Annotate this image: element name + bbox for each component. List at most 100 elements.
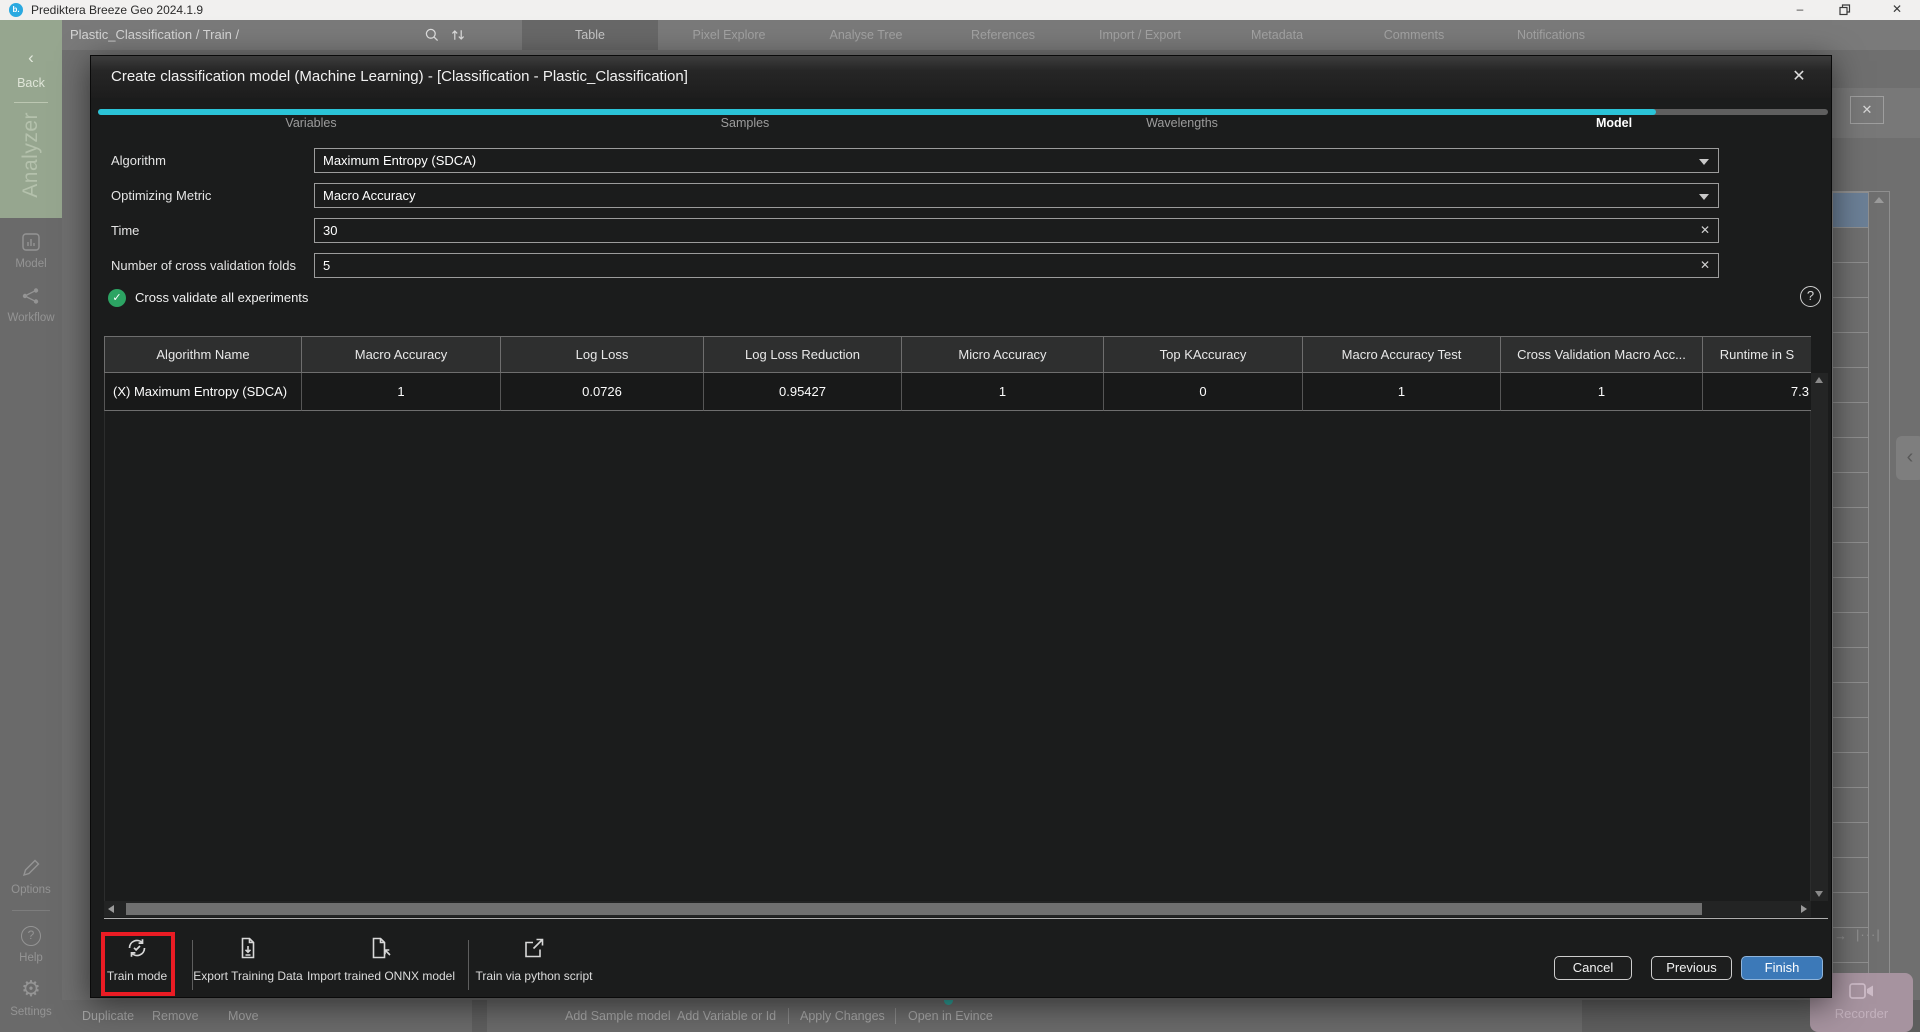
add-variable-or-id-button[interactable]: Add Variable or Id	[677, 1000, 776, 1032]
cancel-button[interactable]: Cancel	[1554, 956, 1632, 980]
wizard-progress-fill	[98, 109, 1656, 115]
sidebar-item-workflow[interactable]: Workflow	[0, 312, 62, 324]
clear-icon[interactable]: ✕	[1700, 254, 1710, 277]
restore-button[interactable]	[1830, 0, 1860, 20]
train-via-python-button[interactable]: Train via python script	[459, 936, 609, 983]
column-header-log-loss[interactable]: Log Loss	[501, 336, 704, 373]
sidebar-item-settings[interactable]: Settings	[0, 1006, 62, 1018]
export-training-data-button[interactable]: Export Training Data	[173, 936, 323, 983]
search-icon[interactable]	[424, 27, 440, 43]
tab-notifications[interactable]: Notifications	[1483, 20, 1619, 50]
vertical-scrollbar[interactable]	[1811, 373, 1828, 901]
back-button[interactable]: Back	[0, 76, 62, 90]
algorithm-dropdown[interactable]: Maximum Entropy (SDCA)	[314, 148, 1719, 173]
tab-metadata[interactable]: Metadata	[1209, 20, 1345, 50]
sidebar-divider	[14, 102, 48, 103]
options-pencil-icon[interactable]	[21, 858, 41, 878]
column-header-macro-accuracy-test[interactable]: Macro Accuracy Test	[1303, 336, 1501, 373]
help-icon[interactable]: ?	[1800, 286, 1821, 307]
algorithm-label: Algorithm	[111, 148, 166, 173]
sort-icon[interactable]	[450, 27, 466, 43]
cell-macro-accuracy: 1	[302, 373, 501, 411]
chevron-down-icon[interactable]	[1699, 159, 1709, 165]
tab-references[interactable]: References	[935, 20, 1071, 50]
folds-label: Number of cross validation folds	[111, 253, 296, 278]
sync-icon	[125, 936, 149, 960]
column-header-log-loss-reduction[interactable]: Log Loss Reduction	[704, 336, 902, 373]
add-sample-model-button[interactable]: Add Sample model	[565, 1000, 671, 1032]
arrow-right-icon[interactable]: →	[1834, 928, 1847, 943]
external-link-icon	[522, 936, 546, 960]
finish-button[interactable]: Finish	[1741, 956, 1823, 980]
column-header-cross-validation[interactable]: Cross Validation Macro Acc...	[1501, 336, 1703, 373]
scroll-up-icon[interactable]	[1874, 197, 1884, 203]
model-icon[interactable]	[21, 232, 41, 252]
breadcrumb[interactable]: Plastic_Classification / Train /	[70, 20, 239, 50]
duplicate-button[interactable]: Duplicate	[82, 1000, 134, 1032]
open-in-evince-button[interactable]: Open in Evince	[908, 1000, 993, 1032]
left-sidebar: ‹ Back Analyzer Model Workflow Options ?…	[0, 20, 62, 1032]
cell-micro-accuracy: 1	[902, 373, 1104, 411]
scroll-right-icon[interactable]	[1801, 905, 1807, 913]
step-wavelengths[interactable]: Wavelengths	[1102, 116, 1262, 130]
scrollbar-thumb[interactable]	[126, 903, 1702, 915]
cross-validate-checkbox[interactable]: ✓	[108, 289, 126, 307]
settings-gear-icon[interactable]: ⚙	[21, 978, 41, 1000]
tab-import-export[interactable]: Import / Export	[1072, 20, 1208, 50]
step-samples[interactable]: Samples	[665, 116, 825, 130]
restore-icon	[1839, 4, 1851, 16]
background-selected-cell	[1833, 193, 1868, 227]
sidebar-item-help[interactable]: Help	[0, 952, 62, 964]
minimize-button[interactable]: –	[1785, 0, 1815, 20]
time-label: Time	[111, 218, 139, 243]
tab-pixel-explore[interactable]: Pixel Explore	[661, 20, 797, 50]
resize-handle-icon[interactable]: |···|	[1856, 927, 1881, 942]
column-header-runtime[interactable]: Runtime in S	[1703, 336, 1811, 373]
column-header-top-k-accuracy[interactable]: Top KAccuracy	[1104, 336, 1303, 373]
previous-button[interactable]: Previous	[1651, 956, 1732, 980]
table-row[interactable]: (X) Maximum Entropy (SDCA) 1 0.0726 0.95…	[104, 373, 1811, 411]
train-via-python-label: Train via python script	[459, 969, 609, 983]
column-header-macro-accuracy[interactable]: Macro Accuracy	[302, 336, 501, 373]
step-variables[interactable]: Variables	[231, 116, 391, 130]
back-chevron-icon[interactable]: ‹	[0, 48, 62, 68]
cell-top-k-accuracy: 0	[1104, 373, 1303, 411]
import-onnx-model-button[interactable]: Import trained ONNX model	[306, 936, 456, 983]
column-header-micro-accuracy[interactable]: Micro Accuracy	[902, 336, 1104, 373]
time-input[interactable]: 30 ✕	[314, 218, 1719, 243]
analyzer-mode-label[interactable]: Analyzer	[19, 112, 43, 198]
folds-input[interactable]: 5 ✕	[314, 253, 1719, 278]
optimizing-metric-dropdown[interactable]: Macro Accuracy	[314, 183, 1719, 208]
horizontal-scrollbar[interactable]	[104, 901, 1811, 917]
folds-value: 5	[323, 258, 330, 273]
scroll-down-icon[interactable]	[1815, 891, 1823, 897]
scroll-up-icon[interactable]	[1815, 377, 1823, 383]
scroll-left-icon[interactable]	[108, 905, 114, 913]
dialog-title: Create classification model (Machine Lea…	[111, 56, 688, 98]
workflow-icon[interactable]	[21, 286, 41, 306]
panel-close-button[interactable]: ✕	[1850, 96, 1884, 124]
cross-validate-label: Cross validate all experiments	[135, 289, 308, 307]
window-title: Prediktera Breeze Geo 2024.1.9	[31, 0, 203, 20]
step-model[interactable]: Model	[1534, 116, 1694, 130]
cell-cross-validation: 1	[1501, 373, 1703, 411]
move-button[interactable]: Move	[228, 1000, 259, 1032]
export-training-data-label: Export Training Data	[173, 969, 323, 983]
column-header-algorithm-name[interactable]: Algorithm Name	[104, 336, 302, 373]
tab-comments[interactable]: Comments	[1346, 20, 1482, 50]
tab-table[interactable]: Table	[522, 20, 658, 50]
sidebar-item-model[interactable]: Model	[0, 258, 62, 270]
help-icon[interactable]: ?	[21, 926, 41, 946]
remove-button[interactable]: Remove	[152, 1000, 199, 1032]
dialog-close-button[interactable]: ✕	[1783, 56, 1815, 98]
apply-changes-button[interactable]: Apply Changes	[800, 1000, 885, 1032]
close-window-button[interactable]: ✕	[1882, 0, 1912, 20]
collapse-panel-button[interactable]: ‹	[1896, 436, 1920, 480]
analyzer-panel: ‹ Back Analyzer	[0, 20, 62, 218]
create-classification-model-dialog: Create classification model (Machine Lea…	[90, 55, 1832, 998]
clear-icon[interactable]: ✕	[1700, 219, 1710, 242]
sidebar-item-options[interactable]: Options	[0, 884, 62, 896]
chevron-down-icon[interactable]	[1699, 194, 1709, 200]
tab-analyse-tree[interactable]: Analyse Tree	[798, 20, 934, 50]
cell-algorithm-name: (X) Maximum Entropy (SDCA)	[104, 373, 302, 411]
